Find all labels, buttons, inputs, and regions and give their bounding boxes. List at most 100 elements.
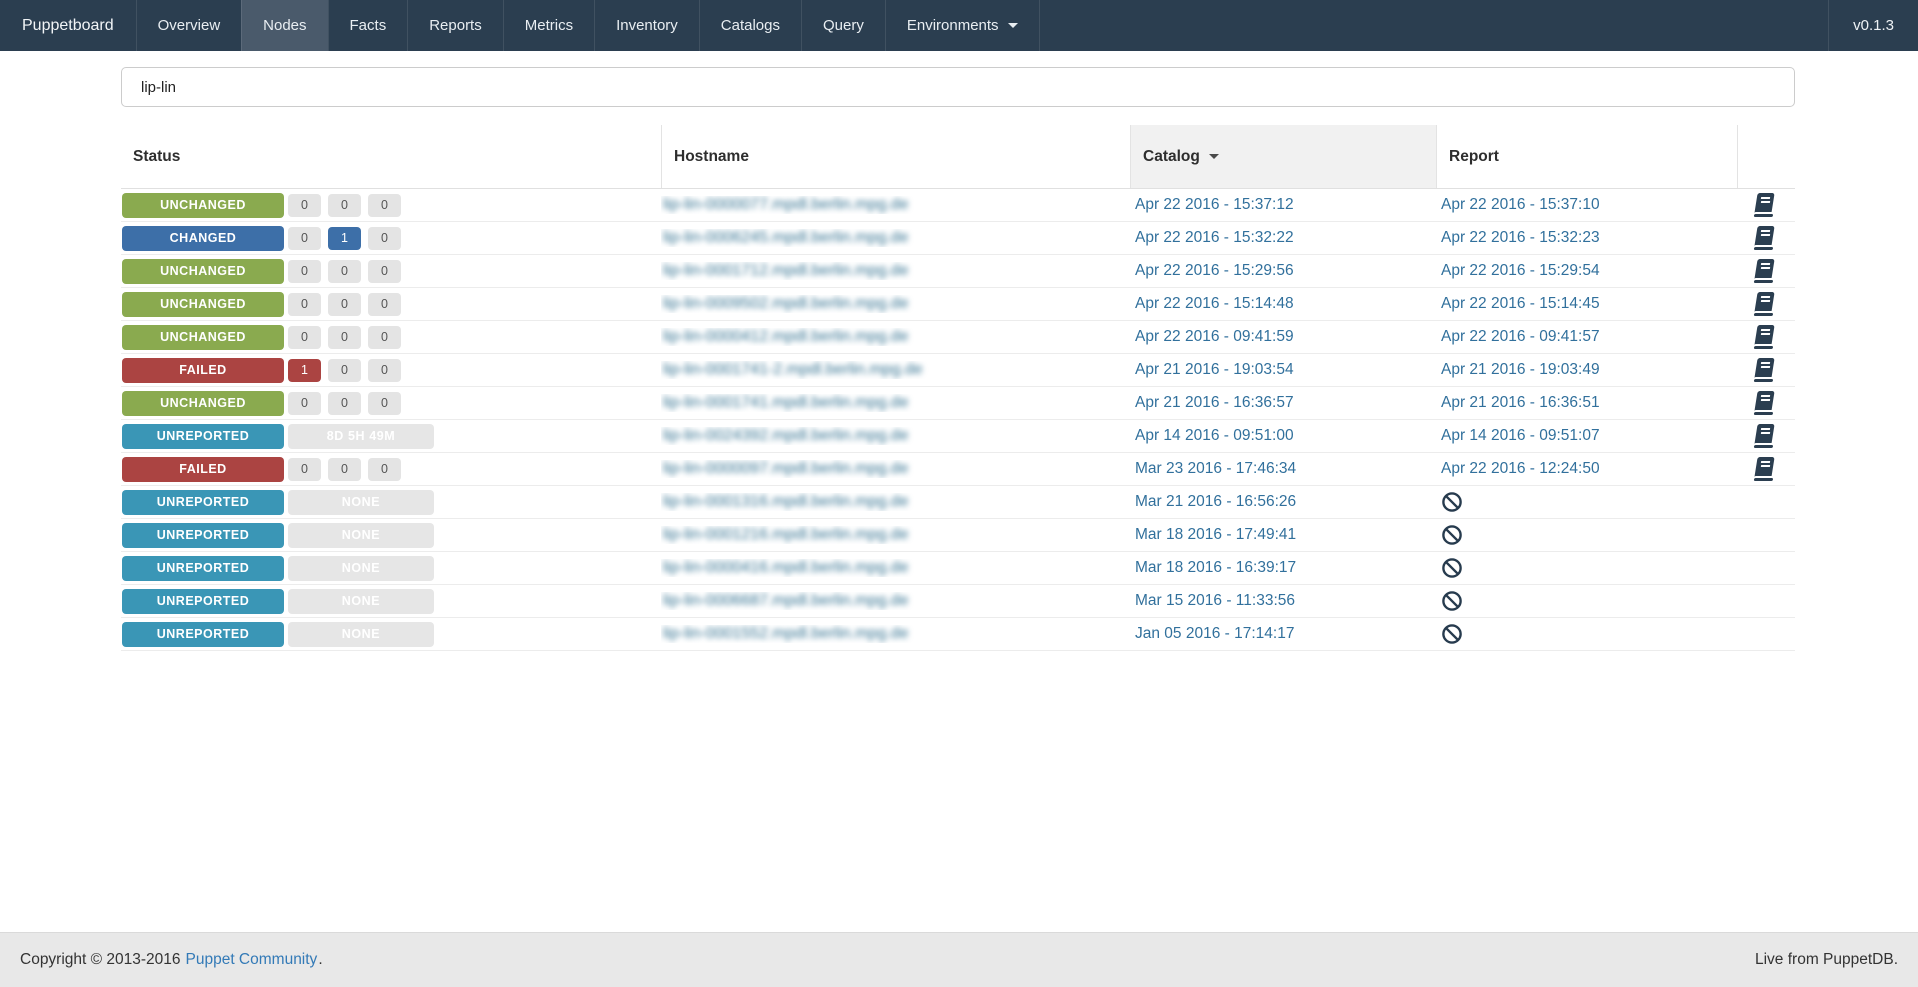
version-label: v0.1.3 bbox=[1828, 0, 1918, 51]
report-book-icon[interactable] bbox=[1753, 292, 1775, 316]
report-book-icon[interactable] bbox=[1753, 391, 1775, 415]
column-header-catalog-label: Catalog bbox=[1143, 147, 1200, 165]
report-action-cell bbox=[1737, 292, 1795, 316]
hostname-link[interactable]: lip-lin-0001316.mpdl.berlin.mpg.de bbox=[663, 493, 908, 510]
catalog-timestamp-link[interactable]: Apr 22 2016 - 15:29:56 bbox=[1135, 262, 1294, 280]
column-header-report[interactable]: Report bbox=[1436, 125, 1737, 188]
report-action-cell bbox=[1737, 424, 1795, 448]
report-timestamp-link[interactable]: Apr 22 2016 - 15:32:23 bbox=[1441, 229, 1600, 247]
hostname-link[interactable]: lip-lin-0001712.mpdl.berlin.mpg.de bbox=[663, 262, 908, 279]
catalog-timestamp-link[interactable]: Apr 22 2016 - 15:37:12 bbox=[1135, 196, 1294, 214]
table-row: UNREPORTED NONE lip-lin-0001316.mpdl.ber… bbox=[121, 486, 1795, 519]
count-badge: 0 bbox=[288, 391, 321, 415]
no-report-ban-icon bbox=[1441, 491, 1463, 513]
brand-puppetboard[interactable]: Puppetboard bbox=[0, 0, 136, 51]
catalog-timestamp-link[interactable]: Apr 22 2016 - 15:32:22 bbox=[1135, 229, 1294, 247]
count-badge: 0 bbox=[288, 325, 321, 349]
status-cell: UNCHANGED 000 bbox=[121, 291, 661, 317]
catalog-timestamp-link[interactable]: Apr 22 2016 - 15:14:48 bbox=[1135, 295, 1294, 313]
report-book-icon[interactable] bbox=[1753, 358, 1775, 382]
duration-badge: NONE bbox=[288, 588, 434, 614]
status-counts: NONE bbox=[288, 555, 434, 581]
nav-item-query[interactable]: Query bbox=[800, 0, 885, 51]
report-timestamp-link[interactable]: Apr 22 2016 - 09:41:57 bbox=[1441, 328, 1600, 346]
catalog-timestamp-link[interactable]: Mar 15 2016 - 11:33:56 bbox=[1135, 592, 1295, 610]
report-timestamp-link[interactable]: Apr 22 2016 - 15:37:10 bbox=[1441, 196, 1600, 214]
table-row: UNCHANGED 000 lip-lin-0000077.mpdl.berli… bbox=[121, 189, 1795, 222]
report-action-cell bbox=[1737, 358, 1795, 382]
catalog-cell: Apr 21 2016 - 19:03:54 bbox=[1130, 361, 1436, 379]
nav-item-label: Catalogs bbox=[720, 17, 780, 34]
hostname-link[interactable]: lip-lin-0000077.mpdl.berlin.mpg.de bbox=[663, 196, 908, 213]
nav-item-inventory[interactable]: Inventory bbox=[594, 0, 699, 51]
nav-item-label: Nodes bbox=[263, 17, 307, 34]
report-action-cell bbox=[1737, 391, 1795, 415]
table-header-row: Status Hostname Catalog Report bbox=[121, 125, 1795, 189]
puppet-community-link[interactable]: Puppet Community bbox=[186, 951, 318, 968]
table-row: UNREPORTED NONE lip-lin-0001552.mpdl.ber… bbox=[121, 618, 1795, 651]
status-badge: CHANGED bbox=[122, 225, 284, 251]
catalog-timestamp-link[interactable]: Apr 21 2016 - 16:36:57 bbox=[1135, 394, 1294, 412]
hostname-cell: lip-lin-0000097.mpdl.berlin.mpg.de bbox=[661, 460, 1130, 478]
count-badge: 0 bbox=[288, 193, 321, 217]
report-timestamp-link[interactable]: Apr 22 2016 - 12:24:50 bbox=[1441, 460, 1600, 478]
catalog-timestamp-link[interactable]: Apr 21 2016 - 19:03:54 bbox=[1135, 361, 1294, 379]
status-badge: UNCHANGED bbox=[122, 390, 284, 416]
catalog-timestamp-link[interactable]: Mar 18 2016 - 16:39:17 bbox=[1135, 559, 1296, 577]
report-book-icon[interactable] bbox=[1753, 424, 1775, 448]
hostname-link[interactable]: lip-lin-0000416.mpdl.berlin.mpg.de bbox=[663, 559, 908, 576]
catalog-timestamp-link[interactable]: Mar 21 2016 - 16:56:26 bbox=[1135, 493, 1296, 511]
report-cell bbox=[1436, 524, 1737, 546]
no-report-ban-icon bbox=[1441, 524, 1463, 546]
hostname-link[interactable]: lip-lin-0001741-2.mpdl.berlin.mpg.de bbox=[663, 361, 923, 378]
catalog-timestamp-link[interactable]: Jan 05 2016 - 17:14:17 bbox=[1135, 625, 1294, 643]
hostname-link[interactable]: lip-lin-0001552.mpdl.berlin.mpg.de bbox=[663, 625, 908, 642]
node-search-input[interactable] bbox=[121, 67, 1795, 107]
hostname-link[interactable]: lip-lin-0006687.mpdl.berlin.mpg.de bbox=[663, 592, 908, 609]
catalog-timestamp-link[interactable]: Apr 14 2016 - 09:51:00 bbox=[1135, 427, 1294, 445]
hostname-cell: lip-lin-0001741.mpdl.berlin.mpg.de bbox=[661, 394, 1130, 412]
status-badge: UNREPORTED bbox=[122, 522, 284, 548]
catalog-cell: Mar 21 2016 - 16:56:26 bbox=[1130, 493, 1436, 511]
table-row: UNCHANGED 000 lip-lin-0000412.mpdl.berli… bbox=[121, 321, 1795, 354]
report-timestamp-link[interactable]: Apr 22 2016 - 15:14:45 bbox=[1441, 295, 1600, 313]
hostname-link[interactable]: lip-lin-0001741.mpdl.berlin.mpg.de bbox=[663, 394, 908, 411]
nav-item-environments[interactable]: Environments bbox=[884, 0, 1040, 51]
nav-item-metrics[interactable]: Metrics bbox=[502, 0, 594, 51]
report-book-icon[interactable] bbox=[1753, 259, 1775, 283]
hostname-link[interactable]: lip-lin-0000097.mpdl.berlin.mpg.de bbox=[663, 460, 908, 477]
count-badge: 0 bbox=[328, 358, 361, 382]
hostname-link[interactable]: lip-lin-0024392.mpdl.berlin.mpg.de bbox=[663, 427, 908, 444]
report-timestamp-link[interactable]: Apr 22 2016 - 15:29:54 bbox=[1441, 262, 1600, 280]
nav-item-catalogs[interactable]: Catalogs bbox=[698, 0, 801, 51]
hostname-link[interactable]: lip-lin-0009502.mpdl.berlin.mpg.de bbox=[663, 295, 908, 312]
report-book-icon[interactable] bbox=[1753, 457, 1775, 481]
column-header-catalog[interactable]: Catalog bbox=[1130, 125, 1436, 188]
nav-item-facts[interactable]: Facts bbox=[327, 0, 408, 51]
copyright-suffix: . bbox=[318, 951, 323, 968]
main-content: Status Hostname Catalog Report UNCHANGED… bbox=[0, 51, 1918, 651]
catalog-timestamp-link[interactable]: Apr 22 2016 - 09:41:59 bbox=[1135, 328, 1294, 346]
report-timestamp-link[interactable]: Apr 21 2016 - 16:36:51 bbox=[1441, 394, 1600, 412]
hostname-link[interactable]: lip-lin-0006245.mpdl.berlin.mpg.de bbox=[663, 229, 908, 246]
report-action-cell bbox=[1737, 226, 1795, 250]
count-badge: 1 bbox=[328, 226, 361, 250]
report-timestamp-link[interactable]: Apr 21 2016 - 19:03:49 bbox=[1441, 361, 1600, 379]
catalog-timestamp-link[interactable]: Mar 23 2016 - 17:46:34 bbox=[1135, 460, 1296, 478]
report-action-cell bbox=[1737, 193, 1795, 217]
duration-badge: NONE bbox=[288, 621, 434, 647]
report-timestamp-link[interactable]: Apr 14 2016 - 09:51:07 bbox=[1441, 427, 1600, 445]
report-book-icon[interactable] bbox=[1753, 325, 1775, 349]
column-header-hostname[interactable]: Hostname bbox=[661, 125, 1130, 188]
nav-item-nodes[interactable]: Nodes bbox=[241, 0, 328, 51]
hostname-link[interactable]: lip-lin-0000412.mpdl.berlin.mpg.de bbox=[663, 328, 908, 345]
report-book-icon[interactable] bbox=[1753, 226, 1775, 250]
nav-item-overview[interactable]: Overview bbox=[135, 0, 242, 51]
hostname-link[interactable]: lip-lin-0001216.mpdl.berlin.mpg.de bbox=[663, 526, 908, 543]
nav-item-reports[interactable]: Reports bbox=[407, 0, 503, 51]
column-header-status[interactable]: Status bbox=[121, 125, 661, 188]
report-cell: Apr 22 2016 - 15:29:54 bbox=[1436, 262, 1737, 280]
catalog-timestamp-link[interactable]: Mar 18 2016 - 17:49:41 bbox=[1135, 526, 1296, 544]
report-book-icon[interactable] bbox=[1753, 193, 1775, 217]
status-cell: UNREPORTED NONE bbox=[121, 588, 661, 614]
